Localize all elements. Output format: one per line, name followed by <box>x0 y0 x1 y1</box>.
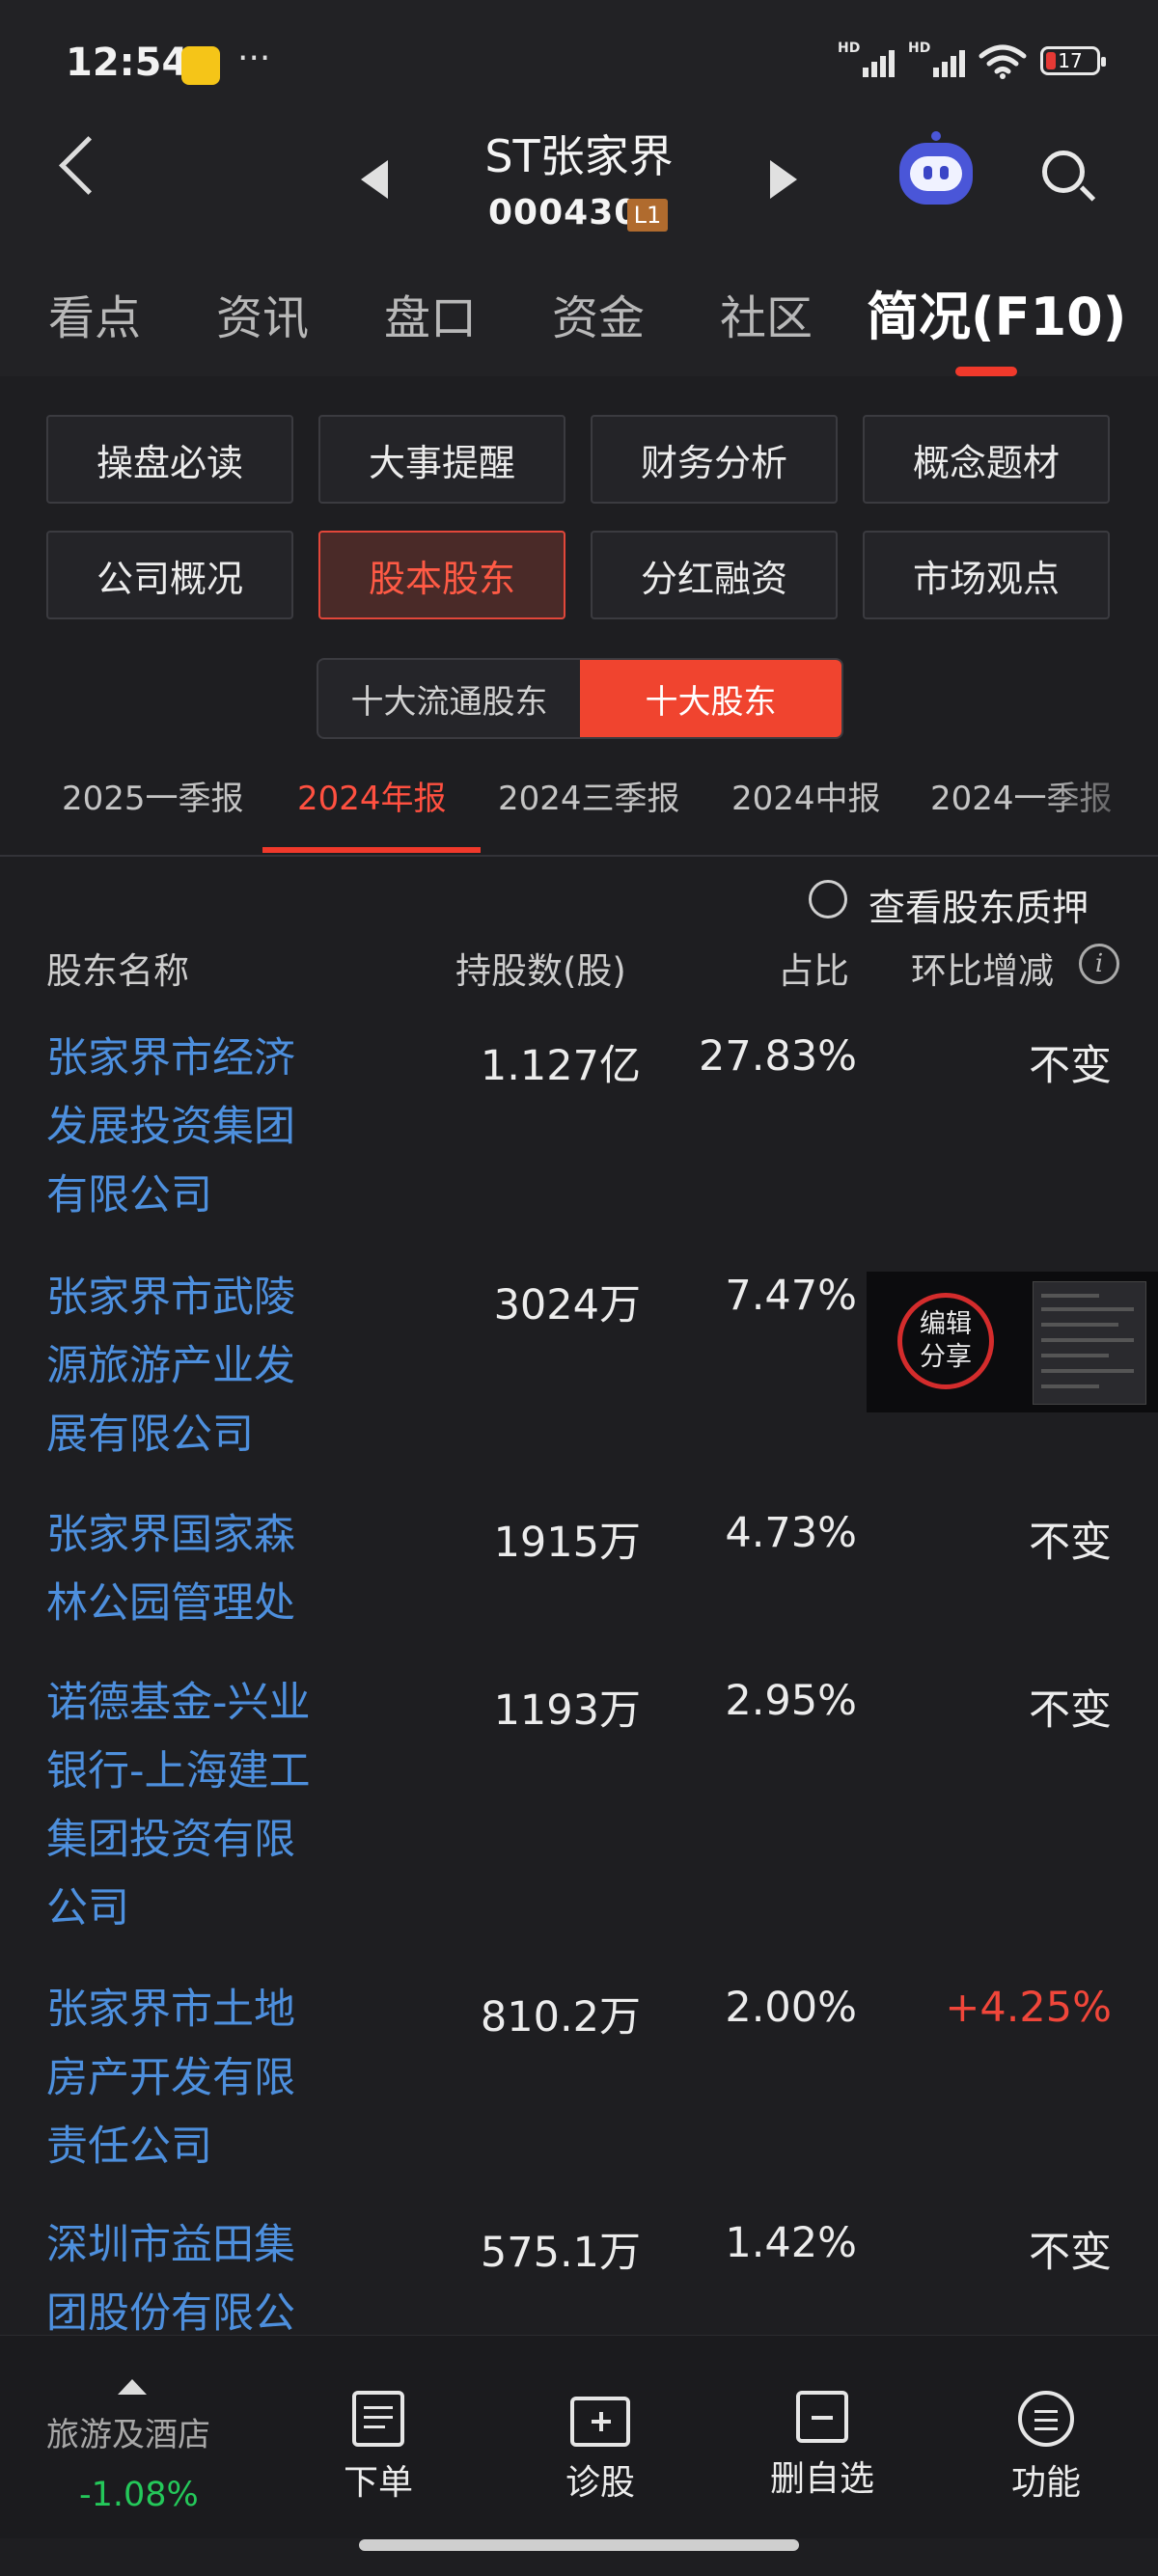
screenshot-thumbnail[interactable] <box>1033 1281 1146 1405</box>
btn-market-views[interactable]: 市场观点 <box>863 531 1110 619</box>
btn-event-reminders[interactable]: 大事提醒 <box>318 415 565 504</box>
pledge-radio[interactable] <box>809 880 847 918</box>
menu-icon <box>1018 2391 1074 2447</box>
pct-1: 27.83% <box>699 1032 857 1081</box>
order-button[interactable]: 下单 <box>311 2391 446 2505</box>
tab-news[interactable]: 资讯 <box>216 280 309 347</box>
period-2024q3[interactable]: 2024三季报 <box>498 772 680 819</box>
seg-top10-holders[interactable]: 十大股东 <box>580 660 841 737</box>
shares-4: 1193万 <box>493 1686 641 1735</box>
industry-change: -1.08% <box>79 2476 199 2514</box>
active-tab-indicator <box>955 367 1017 376</box>
tab-f10-profile[interactable]: 简况(F10) <box>867 274 1126 350</box>
header-shares: 持股数(股) <box>455 950 626 992</box>
pct-5: 2.00% <box>725 1984 857 2032</box>
diagnose-button[interactable]: 诊股 <box>533 2391 668 2505</box>
shares-5: 810.2万 <box>480 1993 641 2042</box>
change-1: 不变 <box>1029 1042 1112 1090</box>
header-holder-name: 股东名称 <box>46 950 189 992</box>
more-notifications-icon: ··· <box>237 39 271 78</box>
change-4: 不变 <box>1029 1686 1112 1735</box>
period-2025q1[interactable]: 2025一季报 <box>62 772 244 819</box>
pct-3: 4.73% <box>725 1509 857 1557</box>
header-pct: 占比 <box>778 950 849 992</box>
change-3: 不变 <box>1029 1519 1112 1567</box>
btn-shareholders[interactable]: 股本股东 <box>318 531 565 619</box>
pct-2: 7.47% <box>725 1272 857 1320</box>
btn-company-overview[interactable]: 公司概况 <box>46 531 293 619</box>
ai-assistant-icon[interactable] <box>899 131 973 205</box>
tab-funds[interactable]: 资金 <box>552 280 645 347</box>
battery-icon: 17 <box>1040 46 1106 75</box>
btn-concepts[interactable]: 概念题材 <box>863 415 1110 504</box>
home-indicator[interactable] <box>359 2539 799 2551</box>
status-icons: HD HD 17 <box>838 41 1106 79</box>
industry-name[interactable]: 旅游及酒店 <box>46 2408 210 2455</box>
level-badge: L1 <box>627 199 668 232</box>
shares-6: 575.1万 <box>480 2229 641 2277</box>
btn-financial-analysis[interactable]: 财务分析 <box>591 415 838 504</box>
info-icon[interactable]: i <box>1079 944 1119 984</box>
notification-app-icon <box>181 46 220 85</box>
period-2024-annual[interactable]: 2024年报 <box>297 772 447 819</box>
status-time: 12:54 <box>66 41 189 85</box>
screenshot-share-popup[interactable]: 编辑 分享 <box>867 1272 1158 1412</box>
stock-code: 000430 <box>488 193 640 233</box>
scroll-fade <box>1042 762 1158 820</box>
tab-quote[interactable]: 盘口 <box>384 280 477 347</box>
signal-icon: HD <box>838 41 895 77</box>
shareholder-type-toggle: 十大流通股东 十大股东 <box>317 658 843 739</box>
holder-name-5[interactable]: 张家界市土地 房产开发有限 责任公司 <box>46 1976 365 2181</box>
btn-dividends-financing[interactable]: 分红融资 <box>591 531 838 619</box>
shares-2: 3024万 <box>493 1281 641 1329</box>
pledge-label[interactable]: 查看股东质押 <box>868 878 1089 931</box>
change-6: 不变 <box>1029 2229 1112 2277</box>
expand-caret-icon[interactable] <box>118 2379 147 2395</box>
next-stock-icon[interactable] <box>770 160 797 199</box>
search-icon[interactable] <box>1042 151 1085 193</box>
diagnose-icon <box>570 2397 630 2447</box>
pct-6: 1.42% <box>725 2219 857 2267</box>
seg-top10-float[interactable]: 十大流通股东 <box>318 660 580 737</box>
change-5: +4.25% <box>945 1984 1112 2032</box>
holder-name-4[interactable]: 诺德基金-兴业 银行-上海建工 集团投资有限 公司 <box>46 1669 365 1943</box>
holder-name-6[interactable]: 深圳市益田集 团股份有限公 <box>46 2211 365 2348</box>
tab-community[interactable]: 社区 <box>720 280 813 347</box>
wifi-icon <box>979 44 1027 79</box>
holder-name-1[interactable]: 张家界市经济 发展投资集团 有限公司 <box>46 1025 365 1230</box>
remove-watchlist-icon <box>796 2391 848 2443</box>
shares-1: 1.127亿 <box>480 1042 641 1090</box>
edit-share-button[interactable]: 编辑 分享 <box>897 1293 994 1389</box>
period-indicator <box>262 847 481 853</box>
period-2024-interim[interactable]: 2024中报 <box>731 772 881 819</box>
order-icon <box>352 2391 404 2447</box>
holder-name-2[interactable]: 张家界市武陵 源旅游产业发 展有限公司 <box>46 1264 365 1469</box>
holder-name-3[interactable]: 张家界国家森 林公园管理处 <box>46 1501 365 1638</box>
signal-icon-2: HD <box>908 41 965 77</box>
btn-trading-must-read[interactable]: 操盘必读 <box>46 415 293 504</box>
shares-3: 1915万 <box>493 1519 641 1567</box>
divider <box>0 855 1158 857</box>
remove-watchlist-button[interactable]: 删自选 <box>755 2391 890 2501</box>
tab-highlights[interactable]: 看点 <box>48 280 141 347</box>
stock-name: ST张家界 <box>484 130 674 182</box>
functions-button[interactable]: 功能 <box>979 2391 1114 2505</box>
pct-4: 2.95% <box>725 1677 857 1725</box>
header-change: 环比增减 <box>911 950 1054 992</box>
